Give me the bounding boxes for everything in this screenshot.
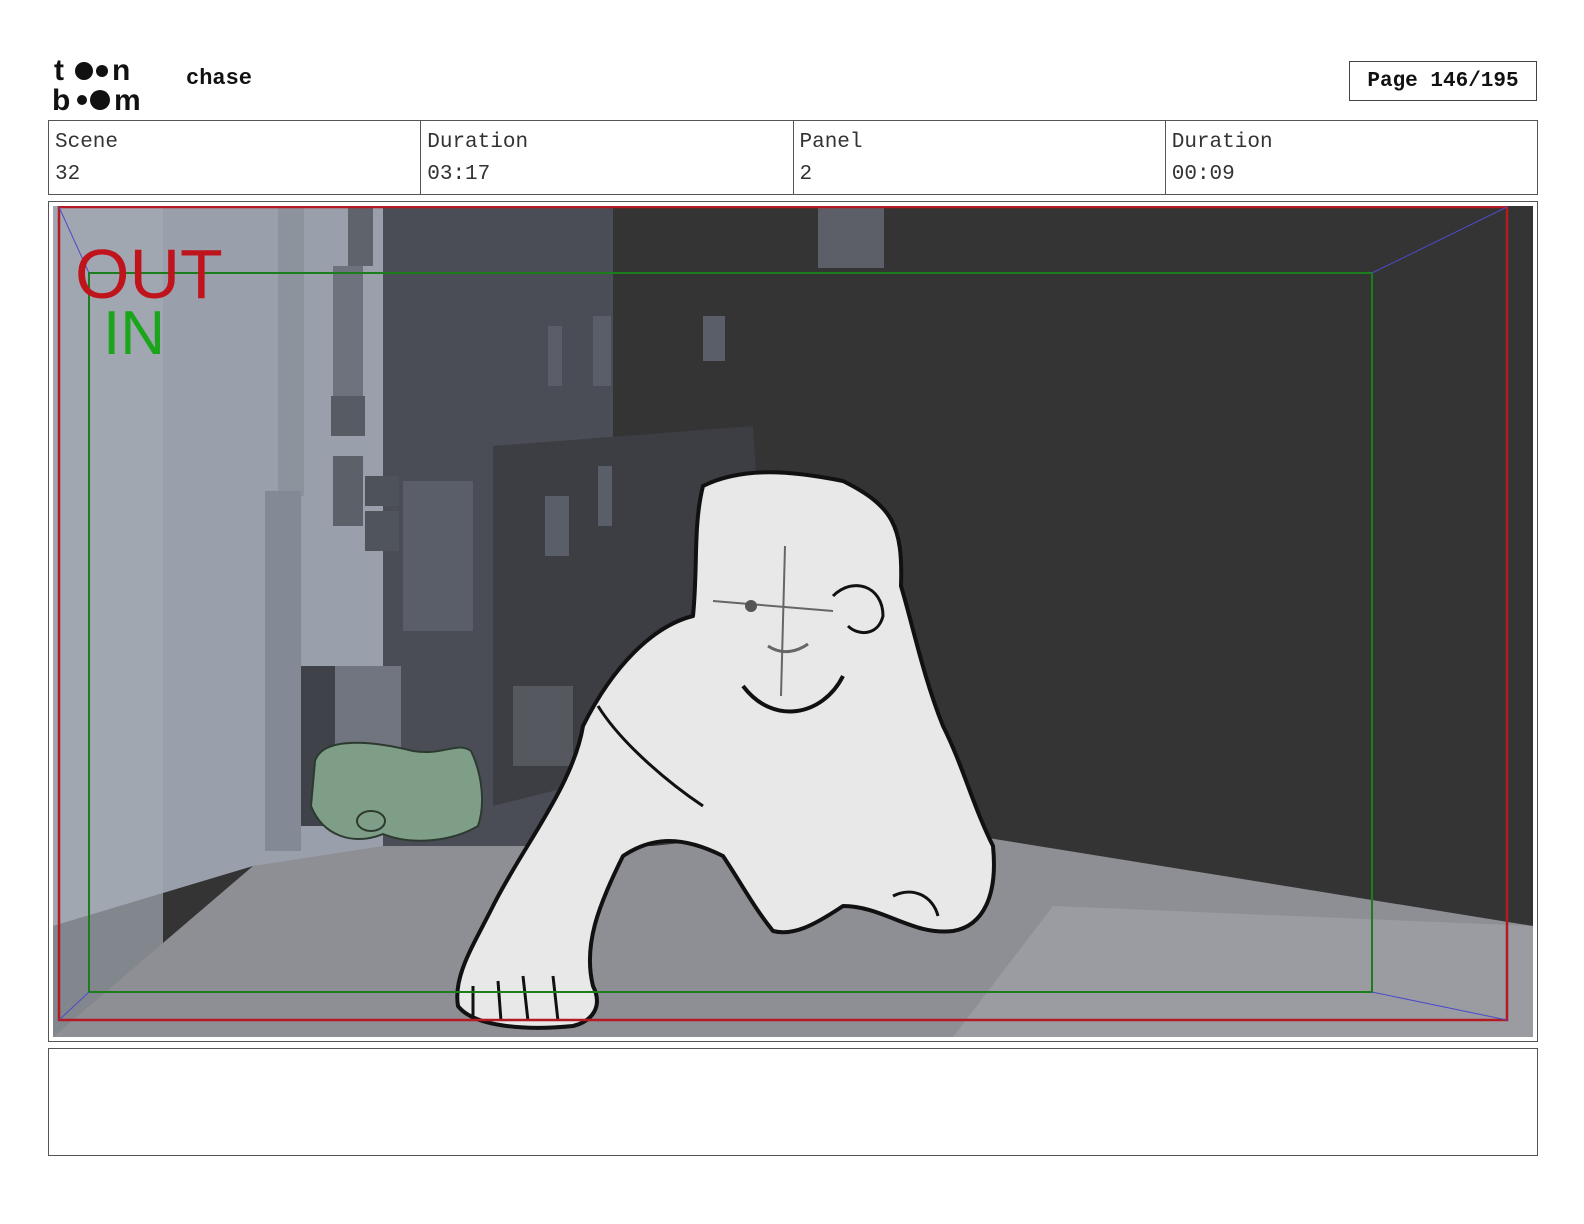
scene-duration-value: 03:17 bbox=[427, 163, 491, 186]
panel-notes-box[interactable] bbox=[48, 1048, 1538, 1156]
panel-duration-value: 00:09 bbox=[1171, 163, 1235, 186]
svg-text:b: b bbox=[52, 84, 70, 112]
panel-value: 2 bbox=[799, 163, 813, 186]
scene-label: Scene bbox=[55, 131, 119, 154]
scene-info-row: Scene 32 Duration 03:17 Panel 2 Duration… bbox=[48, 120, 1538, 195]
svg-text:n: n bbox=[112, 54, 130, 87]
panel-duration-cell: Duration 00:09 bbox=[1166, 121, 1537, 194]
panel-cell: Panel 2 bbox=[794, 121, 1166, 194]
scene-duration-label: Duration bbox=[427, 131, 529, 154]
scene-duration-cell: Duration 03:17 bbox=[421, 121, 794, 194]
toon-boom-logo: t n b m bbox=[52, 54, 141, 112]
panel-label: Panel bbox=[799, 131, 863, 154]
scene-cell: Scene 32 bbox=[49, 121, 422, 194]
svg-text:m: m bbox=[114, 84, 141, 112]
project-title: chase bbox=[186, 66, 253, 91]
scene-value: 32 bbox=[55, 163, 81, 186]
page-indicator: Page 146/195 bbox=[1349, 61, 1537, 101]
svg-text:t: t bbox=[54, 54, 64, 87]
panel-duration-label: Duration bbox=[1171, 131, 1273, 154]
in-frame-label: IN bbox=[103, 299, 165, 368]
storyboard-panel-image: OUT IN bbox=[53, 206, 1533, 1037]
